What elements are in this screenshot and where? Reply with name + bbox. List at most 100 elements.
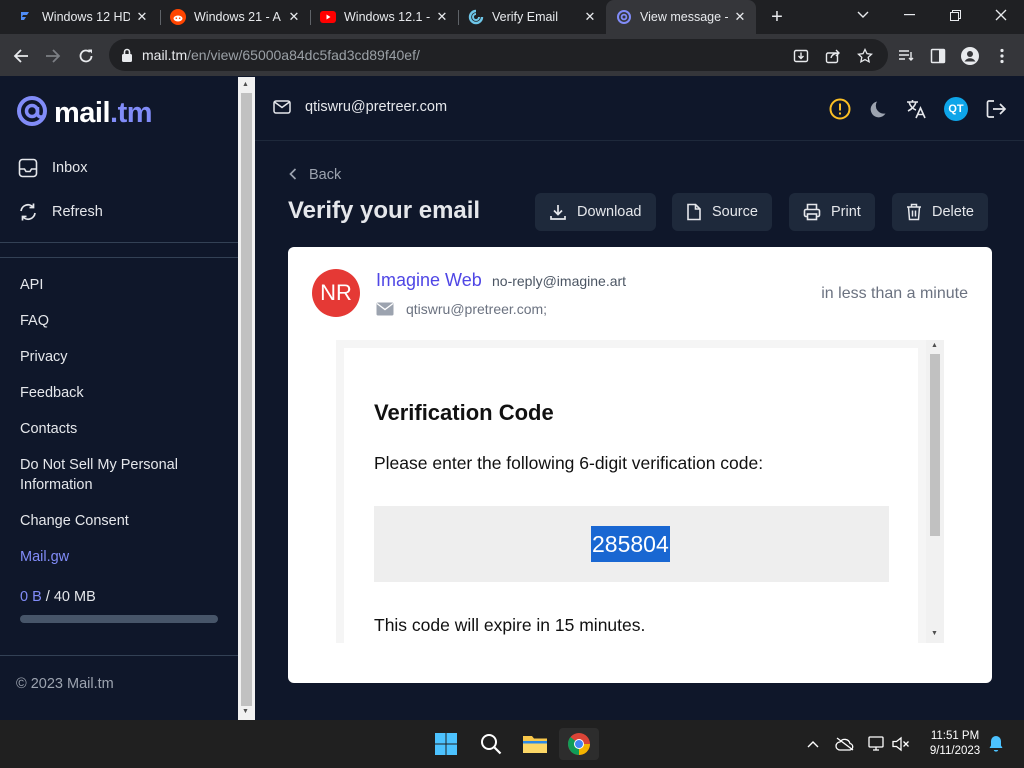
youtube-icon [320,9,336,25]
back-arrow-icon[interactable] [8,43,34,69]
close-window-icon[interactable] [978,0,1024,30]
link-change-consent[interactable]: Change Consent [20,511,129,531]
current-address[interactable]: qtiswru@pretreer.com [273,99,447,115]
sidebar-item-inbox[interactable]: Inbox [18,158,87,178]
onedrive-icon[interactable] [835,734,855,754]
received-time: in less than a minute [821,285,968,302]
print-label: Print [831,204,861,220]
generic-site-icon [468,9,484,25]
link-privacy[interactable]: Privacy [20,347,68,367]
storage-total: / 40 MB [45,589,96,605]
body-heading: Verification Code [374,400,554,425]
storage-progress-bar [20,615,218,623]
copyright: © 2023 Mail.tm [16,676,114,692]
minimize-icon[interactable] [886,0,932,30]
lock-icon[interactable] [121,48,133,67]
close-icon[interactable]: ✕ [582,9,598,25]
close-icon[interactable]: ✕ [286,9,302,25]
chrome-icon[interactable] [559,728,599,760]
scrollbar-thumb[interactable] [241,93,252,706]
browser-tab[interactable]: Windows 12 HD ✕ [8,0,158,34]
scroll-down-arrow-icon[interactable]: ▼ [242,708,249,715]
network-icon[interactable] [867,734,887,754]
verification-code[interactable]: 285804 [591,526,670,562]
scrollbar-thumb[interactable] [930,354,940,536]
body-expiry-note: This code will expire in 15 minutes. [374,615,646,635]
tab-title: Windows 12 HD [42,10,130,24]
tab-title: View message - [640,10,728,24]
link-mail-gw[interactable]: Mail.gw [20,547,69,567]
chevron-up-icon[interactable] [803,734,823,754]
back-link[interactable]: Back [289,167,341,183]
search-icon[interactable] [471,728,511,760]
envelope-icon [273,100,291,114]
menu-kebab-icon[interactable] [992,46,1012,66]
browser-tab-active[interactable]: View message - ✕ [606,0,756,34]
divider [0,257,238,258]
system-clock[interactable]: 11:51 PM 9/11/2023 [920,729,990,759]
close-icon[interactable]: ✕ [732,9,748,25]
delete-button[interactable]: Delete [892,193,988,231]
file-explorer-icon[interactable] [515,728,555,760]
inbox-icon [18,158,38,178]
install-app-icon[interactable] [791,46,811,66]
link-feedback[interactable]: Feedback [20,383,84,403]
new-tab-button[interactable]: + [766,6,788,28]
sidebar-item-refresh[interactable]: Refresh [18,202,103,222]
back-label: Back [309,167,342,183]
sidebar-item-label: Inbox [52,160,88,176]
body-instruction: Please enter the following 6-digit verif… [374,453,764,473]
close-icon[interactable]: ✕ [134,9,150,25]
dark-mode-moon-icon[interactable] [868,97,892,121]
speaker-muted-icon[interactable] [891,734,911,754]
share-icon[interactable] [823,46,843,66]
download-button[interactable]: Download [535,193,656,231]
link-api[interactable]: API [20,275,43,295]
reload-icon[interactable] [73,43,99,69]
scroll-down-arrow-icon[interactable]: ▼ [931,630,938,637]
scroll-up-arrow-icon[interactable]: ▲ [931,342,938,349]
message-subject: Verify your email [288,197,481,224]
logo[interactable]: mail.tm [16,95,153,132]
side-panel-icon[interactable] [928,46,948,66]
reading-list-icon[interactable] [896,46,916,66]
source-button[interactable]: Source [672,193,772,231]
link-faq[interactable]: FAQ [20,311,49,331]
browser-tab[interactable]: Verify Email ✕ [458,0,606,34]
frame-scrollbar[interactable]: ▲ ▼ [926,340,944,643]
print-button[interactable]: Print [789,193,875,231]
printer-icon [803,203,821,221]
code-box: 285804 [374,506,889,582]
delete-label: Delete [932,204,974,220]
browser-tab[interactable]: Windows 21 - A ✕ [160,0,310,34]
scroll-up-arrow-icon[interactable]: ▲ [242,81,249,88]
mail-tm-icon [616,9,632,25]
translate-icon[interactable] [904,97,928,121]
browser-tab[interactable]: Windows 12.1 - ✕ [310,0,458,34]
storage-usage: 0 B / 40 MB [20,589,96,605]
address-bar[interactable]: mail.tm/en/view/65000a84dc5fad3cd89f40ef… [109,39,888,71]
tab-search-icon[interactable] [840,0,886,30]
link-do-not-sell[interactable]: Do Not Sell My Personal Information [20,455,210,495]
close-icon[interactable]: ✕ [434,9,450,25]
windows-start-icon[interactable] [426,728,466,760]
star-icon[interactable] [855,46,875,66]
warning-icon[interactable] [828,97,852,121]
page-scrollbar[interactable]: ▲ ▼ [238,77,255,720]
forward-arrow-icon[interactable] [40,43,66,69]
user-avatar[interactable]: QT [944,97,968,121]
generic-site-icon [18,9,34,25]
notification-bell-icon[interactable] [986,734,1006,754]
at-sign-logo-icon [16,95,48,132]
profile-icon[interactable] [960,46,980,66]
message-body-frame[interactable]: Verification Code Please enter the follo… [336,340,944,643]
source-label: Source [712,204,758,220]
logout-icon[interactable] [984,97,1008,121]
clock-time: 11:51 PM [930,730,980,742]
address-text: qtiswru@pretreer.com [305,99,448,115]
link-contacts[interactable]: Contacts [20,419,77,439]
sidebar-item-label: Refresh [52,204,103,220]
taskbar: 11:51 PM 9/11/2023 [0,720,1024,768]
sender-email: no-reply@imagine.art [492,273,627,289]
restore-icon[interactable] [932,0,978,30]
